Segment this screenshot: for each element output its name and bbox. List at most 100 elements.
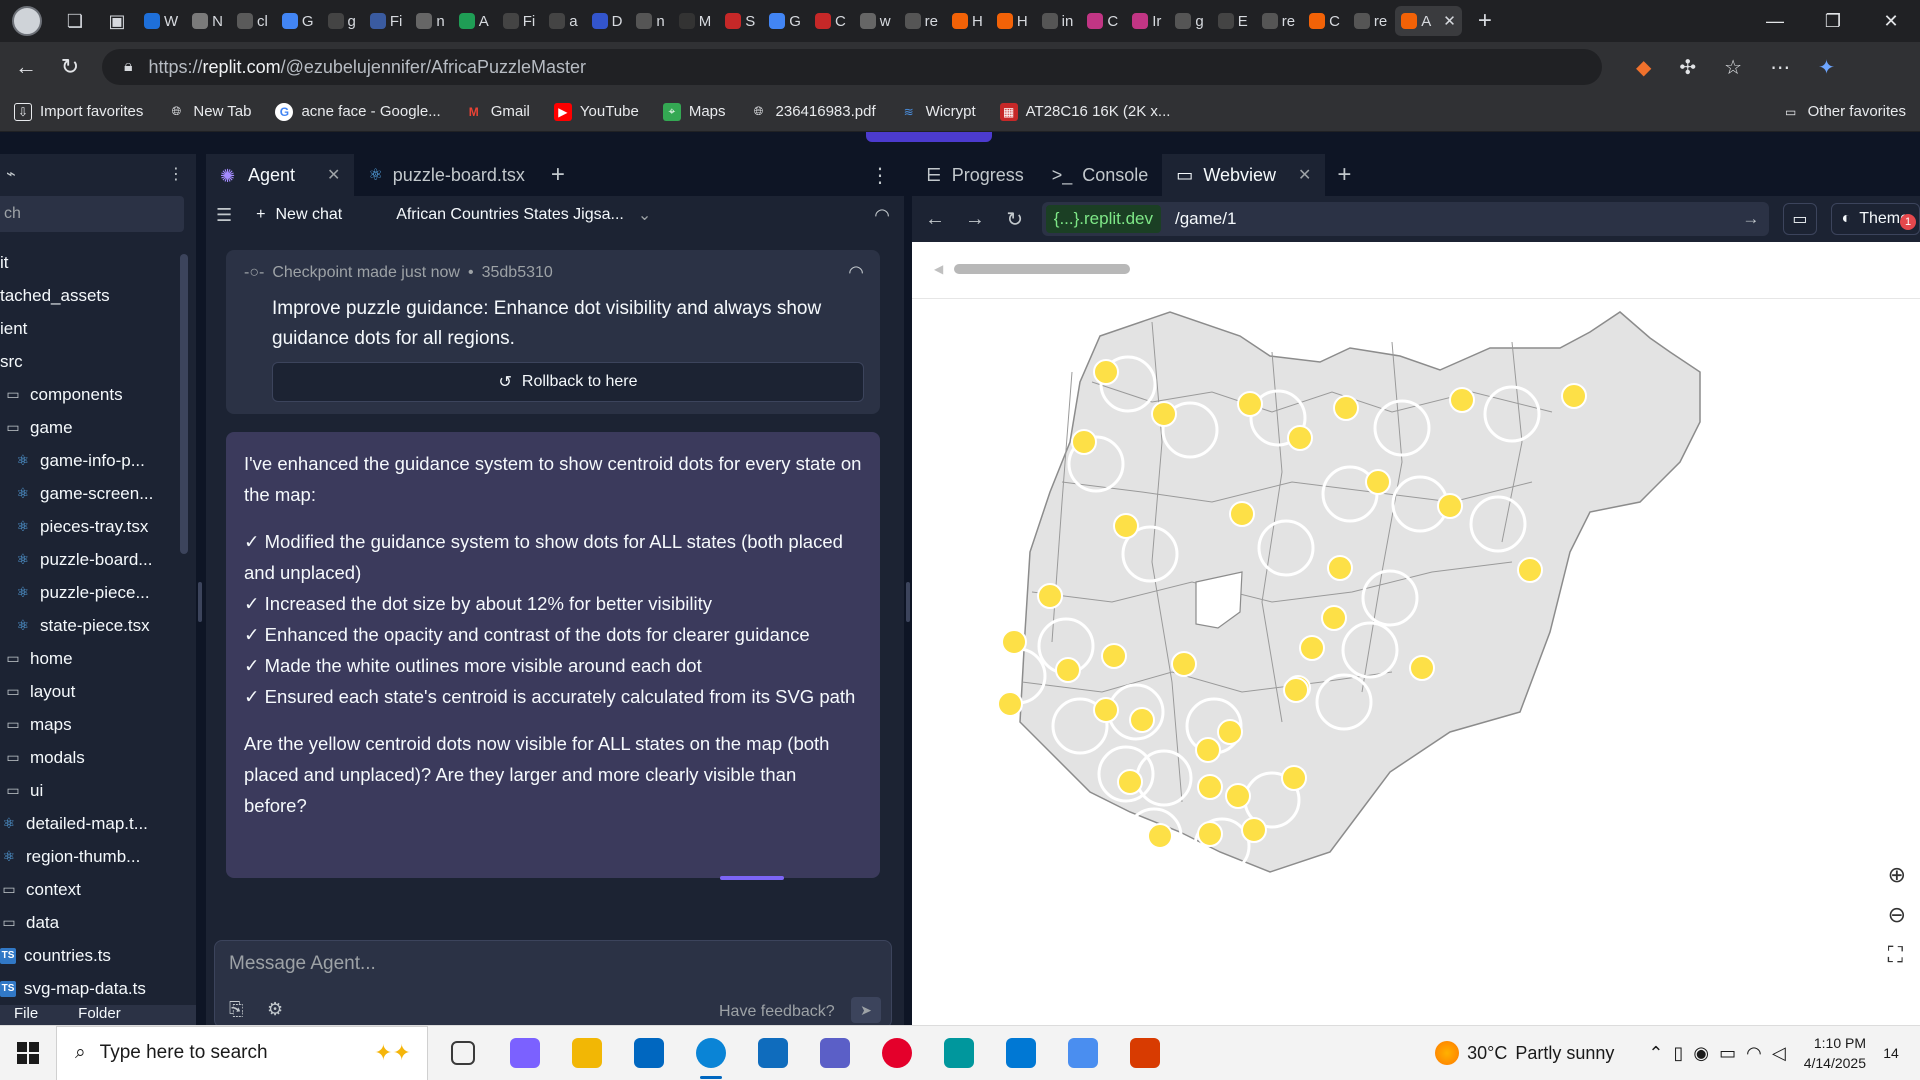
taskbar-app[interactable] (494, 1026, 556, 1080)
centroid-dot[interactable] (1055, 657, 1081, 683)
add-tab-button[interactable]: + (1337, 161, 1351, 189)
browser-tab[interactable]: H (991, 6, 1034, 36)
tab-console[interactable]: >_ Console (1038, 154, 1163, 196)
file-item[interactable]: ⚛︎ game-info-p... (0, 444, 196, 477)
browser-tab[interactable]: C (1303, 6, 1346, 36)
browser-tab[interactable]: D (586, 6, 629, 36)
copilot-icon[interactable]: ✦ (1818, 55, 1835, 80)
centroid-dot[interactable] (1561, 383, 1587, 409)
browser-tab[interactable]: G (763, 6, 807, 36)
send-button[interactable]: ➤ (851, 997, 881, 1023)
browser-tab[interactable]: N (186, 6, 229, 36)
zoom-out-icon[interactable]: ⊖ (1888, 902, 1906, 928)
folder-item[interactable]: ▭ components (0, 378, 196, 411)
centroid-dot[interactable] (1147, 823, 1173, 849)
browser-tab[interactable]: W (138, 6, 184, 36)
browser-tab[interactable]: Fi (497, 6, 542, 36)
panel-resize-handle[interactable] (198, 582, 202, 622)
add-tab-button[interactable]: + (551, 161, 565, 189)
back-icon[interactable]: ← (922, 208, 948, 231)
tab-webview[interactable]: ▭ Webview ✕ (1162, 154, 1326, 196)
favorite-pdf[interactable]: 🌐︎ 236416983.pdf (750, 103, 876, 121)
centroid-dot[interactable] (1437, 493, 1463, 519)
message-composer[interactable]: Message Agent... ⎘ ⚙︎ Have feedback? ➤ (214, 940, 892, 1028)
folder-item[interactable]: ▭ context (0, 873, 196, 906)
zoom-in-icon[interactable]: ⊕ (1888, 862, 1906, 888)
close-tab-icon[interactable]: ✕ (327, 165, 340, 185)
close-tab-icon[interactable]: ✕ (1298, 165, 1311, 185)
centroid-dot[interactable] (1241, 817, 1267, 843)
browser-tab[interactable]: S (719, 6, 761, 36)
folder-item[interactable]: ▭ home (0, 642, 196, 675)
centroid-dot[interactable] (1117, 769, 1143, 795)
centroid-dot[interactable] (1237, 391, 1263, 417)
favorite-maps[interactable]: ⌖ Maps (662, 102, 726, 121)
browser-tab[interactable]: A (453, 6, 495, 36)
browser-tab[interactable]: re (899, 6, 944, 36)
centroid-dot[interactable] (1197, 821, 1223, 847)
file-item[interactable]: ⚛︎ detailed-map.t... (0, 807, 196, 840)
taskbar-app[interactable] (742, 1026, 804, 1080)
file-item[interactable]: ⚛︎ game-screen... (0, 477, 196, 510)
centroid-dot[interactable] (1093, 697, 1119, 723)
close-window-button[interactable]: ✕ (1862, 11, 1920, 32)
favorite-at28c16[interactable]: ▦ AT28C16 16K (2K x... (999, 102, 1170, 121)
fullscreen-icon[interactable]: ⛶ (1888, 942, 1906, 968)
centroid-dot[interactable] (1001, 629, 1027, 655)
refresh-icon[interactable]: ↻ (52, 49, 88, 85)
centroid-dot[interactable] (1197, 774, 1223, 800)
browser-tab[interactable]: C (1081, 6, 1124, 36)
file-item[interactable]: TS svg-map-data.ts (0, 972, 196, 1005)
taskbar-app[interactable] (990, 1026, 1052, 1080)
notification-center-icon[interactable]: 14 (1876, 1038, 1906, 1068)
folder-item[interactable]: ▭ layout (0, 675, 196, 708)
weather-widget[interactable]: 30°C Partly sunny (1435, 1041, 1614, 1065)
taskbar-app[interactable] (804, 1026, 866, 1080)
centroid-dot[interactable] (997, 691, 1023, 717)
centroid-dot[interactable] (1365, 469, 1391, 495)
file-item[interactable]: it (0, 246, 196, 279)
new-file-button[interactable]: File (14, 1005, 38, 1025)
browser-tab[interactable]: w (854, 6, 897, 36)
extensions-icon[interactable]: ✣ (1679, 55, 1696, 80)
browser-tab[interactable]: g (1169, 6, 1209, 36)
centroid-dot[interactable] (1283, 677, 1309, 703)
centroid-dot[interactable] (1129, 707, 1155, 733)
chevron-up-icon[interactable]: ⌃ (1648, 1043, 1663, 1064)
favorite-new-tab[interactable]: 🌐︎ New Tab (167, 103, 252, 121)
message-input[interactable]: Message Agent... (229, 953, 376, 975)
centroid-dot[interactable] (1101, 643, 1127, 669)
battery-icon[interactable]: ▭ (1719, 1043, 1736, 1064)
volume-icon[interactable]: ◁ (1772, 1043, 1786, 1064)
other-favorites[interactable]: ▭ Other favorites (1782, 103, 1906, 121)
device-icon[interactable]: ▯ (1674, 1043, 1684, 1064)
devices-icon[interactable]: ▭ (1783, 203, 1817, 235)
browser-tab[interactable]: re (1256, 6, 1301, 36)
browser-tab[interactable]: Fi (364, 6, 409, 36)
tab-puzzle-board[interactable]: ⚛︎ puzzle-board.tsx (354, 154, 538, 196)
file-item[interactable]: ⚛︎ puzzle-piece... (0, 576, 196, 609)
centroid-dot[interactable] (1071, 429, 1097, 455)
browser-tab[interactable]: n (410, 6, 450, 36)
file-item[interactable]: ⚛︎ state-piece.tsx (0, 609, 196, 642)
file-tree-menu-icon[interactable]: ⋮ (168, 164, 184, 184)
refresh-icon[interactable]: ↻ (1002, 207, 1028, 232)
files-icon[interactable]: ⌁ (6, 164, 16, 184)
favorite-wicrypt[interactable]: ≋ Wicrypt (900, 103, 976, 121)
workspaces-icon[interactable]: ❏ (62, 8, 88, 34)
tab-agent[interactable]: ✺ Agent ✕ (206, 154, 355, 196)
new-folder-button[interactable]: Folder (78, 1005, 121, 1025)
browser-tab[interactable]: H (946, 6, 989, 36)
centroid-dot[interactable] (1321, 605, 1347, 631)
folder-item[interactable]: ▭ game (0, 411, 196, 444)
folder-item[interactable]: ▭ data (0, 906, 196, 939)
centroid-dot[interactable] (1195, 737, 1221, 763)
taskbar-app[interactable] (556, 1026, 618, 1080)
tab-progress[interactable]: ⋿ Progress (912, 154, 1038, 196)
favorite-import[interactable]: ⇩ Import favorites (14, 102, 143, 121)
navigate-icon[interactable]: → (1742, 209, 1759, 229)
close-tab-icon[interactable]: ✕ (1443, 12, 1456, 30)
wifi-icon[interactable]: ◠ (1746, 1043, 1762, 1064)
minimize-button[interactable]: — (1746, 11, 1804, 32)
file-item[interactable]: ⚛︎ pieces-tray.tsx (0, 510, 196, 543)
